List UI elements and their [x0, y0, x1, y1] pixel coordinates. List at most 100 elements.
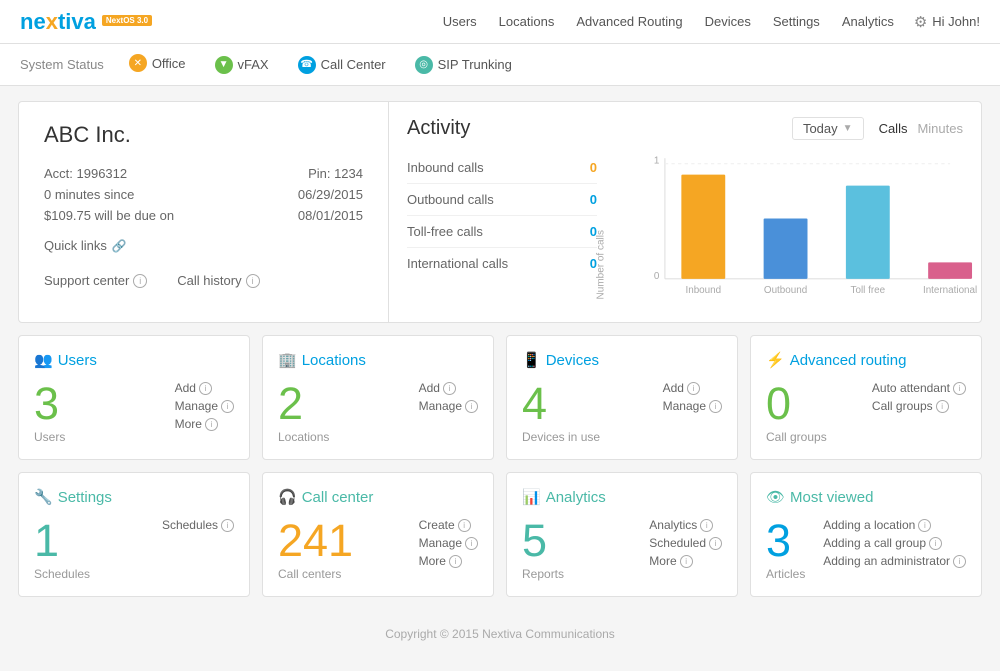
chart-area: Number of calls 1 0	[612, 152, 963, 307]
toggle-group: Calls Minutes	[879, 121, 963, 136]
nav-link-analytics[interactable]: Analytics	[842, 14, 894, 29]
locations-number: 2	[278, 381, 329, 426]
routing-actions: Auto attendant i Call groups i	[872, 381, 966, 413]
card-mv-title: 👁 Most viewed	[766, 488, 966, 506]
call-history-label: Call history	[177, 273, 241, 288]
card-routing-body: 0 Call groups Auto attendant i Call grou…	[766, 381, 966, 444]
mv-add-group[interactable]: Adding a call group i	[823, 536, 966, 550]
activity-content: Inbound calls 0 Outbound calls 0 Toll-fr…	[407, 152, 963, 307]
period-dropdown[interactable]: Today ▼	[792, 117, 864, 140]
nav-link-settings[interactable]: Settings	[773, 14, 820, 29]
cc-manage[interactable]: Manage i	[419, 536, 478, 550]
analytics-reports[interactable]: Analytics i	[649, 518, 722, 532]
toggle-minutes[interactable]: Minutes	[917, 121, 963, 136]
devices-add[interactable]: Add i	[663, 381, 722, 395]
mv-add-location[interactable]: Adding a location i	[823, 518, 966, 532]
locations-icon: 🏢	[278, 351, 297, 369]
sched-icon: i	[221, 519, 234, 532]
support-row: Support center i Call history i	[44, 273, 363, 288]
analytics-sched-icon: i	[709, 537, 722, 550]
cc-manage-icon: i	[465, 537, 478, 550]
cc-sub: Call centers	[278, 567, 353, 581]
locations-add[interactable]: Add i	[419, 381, 478, 395]
cc-number: 241	[278, 518, 353, 563]
toggle-calls[interactable]: Calls	[879, 121, 908, 136]
locations-actions: Add i Manage i	[419, 381, 478, 413]
mv-add-admin[interactable]: Adding an administrator i	[823, 554, 966, 568]
stat-outbound-value: 0	[590, 192, 597, 207]
support-center-link[interactable]: Support center i	[44, 273, 147, 288]
users-more[interactable]: More i	[175, 417, 234, 431]
settings-actions: Schedules i	[162, 518, 234, 532]
card-devices-title: 📱 Devices	[522, 351, 722, 369]
sip-label: SIP Trunking	[438, 57, 512, 72]
routing-call-groups[interactable]: Call groups i	[872, 399, 966, 413]
company-name: ABC Inc.	[44, 122, 363, 148]
analytics-icon: 📊	[522, 488, 541, 506]
support-center-label: Support center	[44, 273, 129, 288]
stat-tollfree-label: Toll-free calls	[407, 224, 483, 239]
nav-link-devices[interactable]: Devices	[705, 14, 751, 29]
card-routing-title: ⚡ Advanced routing	[766, 351, 966, 369]
cc-more-icon: i	[449, 555, 462, 568]
user-greeting[interactable]: ⚙ Hi John!	[914, 13, 980, 31]
nav-link-locations[interactable]: Locations	[499, 14, 555, 29]
stat-tollfree: Toll-free calls 0	[407, 216, 597, 248]
auto-icon: i	[953, 382, 966, 395]
card-analytics-body: 5 Reports Analytics i Scheduled i More i	[522, 518, 722, 581]
nav-links: Users Locations Advanced Routing Devices…	[443, 14, 894, 29]
analytics-sub: Reports	[522, 567, 564, 581]
sub-nav-item-sip[interactable]: ◎ SIP Trunking	[403, 44, 524, 86]
nav-link-advanced-routing[interactable]: Advanced Routing	[576, 14, 682, 29]
cc-create[interactable]: Create i	[419, 518, 478, 532]
activity-header: Activity Today ▼ Calls Minutes	[407, 117, 963, 140]
vfax-label: vFAX	[238, 57, 269, 72]
sub-nav: System Status ✕ Office ▼ vFAX ☎ Call Cen…	[0, 44, 1000, 86]
office-icon: ✕	[129, 54, 147, 72]
settings-schedules[interactable]: Schedules i	[162, 518, 234, 532]
main-content: ABC Inc. Acct: 1996312 Pin: 1234 0 minut…	[0, 86, 1000, 671]
card-call-center: 🎧 Call center 241 Call centers Create i …	[262, 472, 494, 597]
cc-more[interactable]: More i	[419, 554, 478, 568]
top-nav: nextiva NextOS 3.0 Users Locations Advan…	[0, 0, 1000, 44]
locations-manage[interactable]: Manage i	[419, 399, 478, 413]
date2: 08/01/2015	[298, 208, 363, 223]
card-locations: 🏢 Locations 2 Locations Add i Manage i	[262, 335, 494, 460]
users-number: 3	[34, 381, 65, 426]
sub-nav-item-office[interactable]: ✕ Office	[117, 44, 198, 86]
routing-auto-attendant[interactable]: Auto attendant i	[872, 381, 966, 395]
mv-loc-icon: i	[918, 519, 931, 532]
analytics-scheduled[interactable]: Scheduled i	[649, 536, 722, 550]
analytics-more[interactable]: More i	[649, 554, 722, 568]
card-users: 👥 Users 3 Users Add i Manage i	[18, 335, 250, 460]
devices-manage[interactable]: Manage i	[663, 399, 722, 413]
call-history-link[interactable]: Call history i	[177, 273, 259, 288]
card-settings-body: 1 Schedules Schedules i	[34, 518, 234, 581]
settings-number: 1	[34, 518, 90, 563]
logo[interactable]: nextiva NextOS 3.0	[20, 9, 152, 35]
svg-text:0: 0	[654, 271, 660, 282]
svg-text:Inbound: Inbound	[685, 285, 721, 296]
users-add[interactable]: Add i	[175, 381, 234, 395]
due-row: $109.75 will be due on 08/01/2015	[44, 208, 363, 223]
cc-icon: 🎧	[278, 488, 297, 506]
quick-links[interactable]: Quick links 🔗	[44, 238, 363, 253]
cc-create-icon: i	[458, 519, 471, 532]
nav-link-users[interactable]: Users	[443, 14, 477, 29]
stat-international-label: International calls	[407, 256, 508, 271]
settings-sub: Schedules	[34, 567, 90, 581]
sub-nav-item-call-center[interactable]: ☎ Call Center	[286, 44, 398, 86]
gear-icon: ⚙	[914, 13, 927, 31]
call-center-icon: ☎	[298, 56, 316, 74]
call-center-label: Call Center	[321, 57, 386, 72]
support-center-icon: i	[133, 274, 147, 288]
card-advanced-routing: ⚡ Advanced routing 0 Call groups Auto at…	[750, 335, 982, 460]
users-manage[interactable]: Manage i	[175, 399, 234, 413]
routing-number: 0	[766, 381, 827, 426]
sub-nav-item-vfax[interactable]: ▼ vFAX	[203, 44, 281, 86]
activity-title: Activity	[407, 117, 792, 140]
stat-international: International calls 0	[407, 248, 597, 279]
card-settings-title: 🔧 Settings	[34, 488, 234, 506]
call-history-icon: i	[246, 274, 260, 288]
due-label: $109.75 will be due on	[44, 208, 174, 223]
